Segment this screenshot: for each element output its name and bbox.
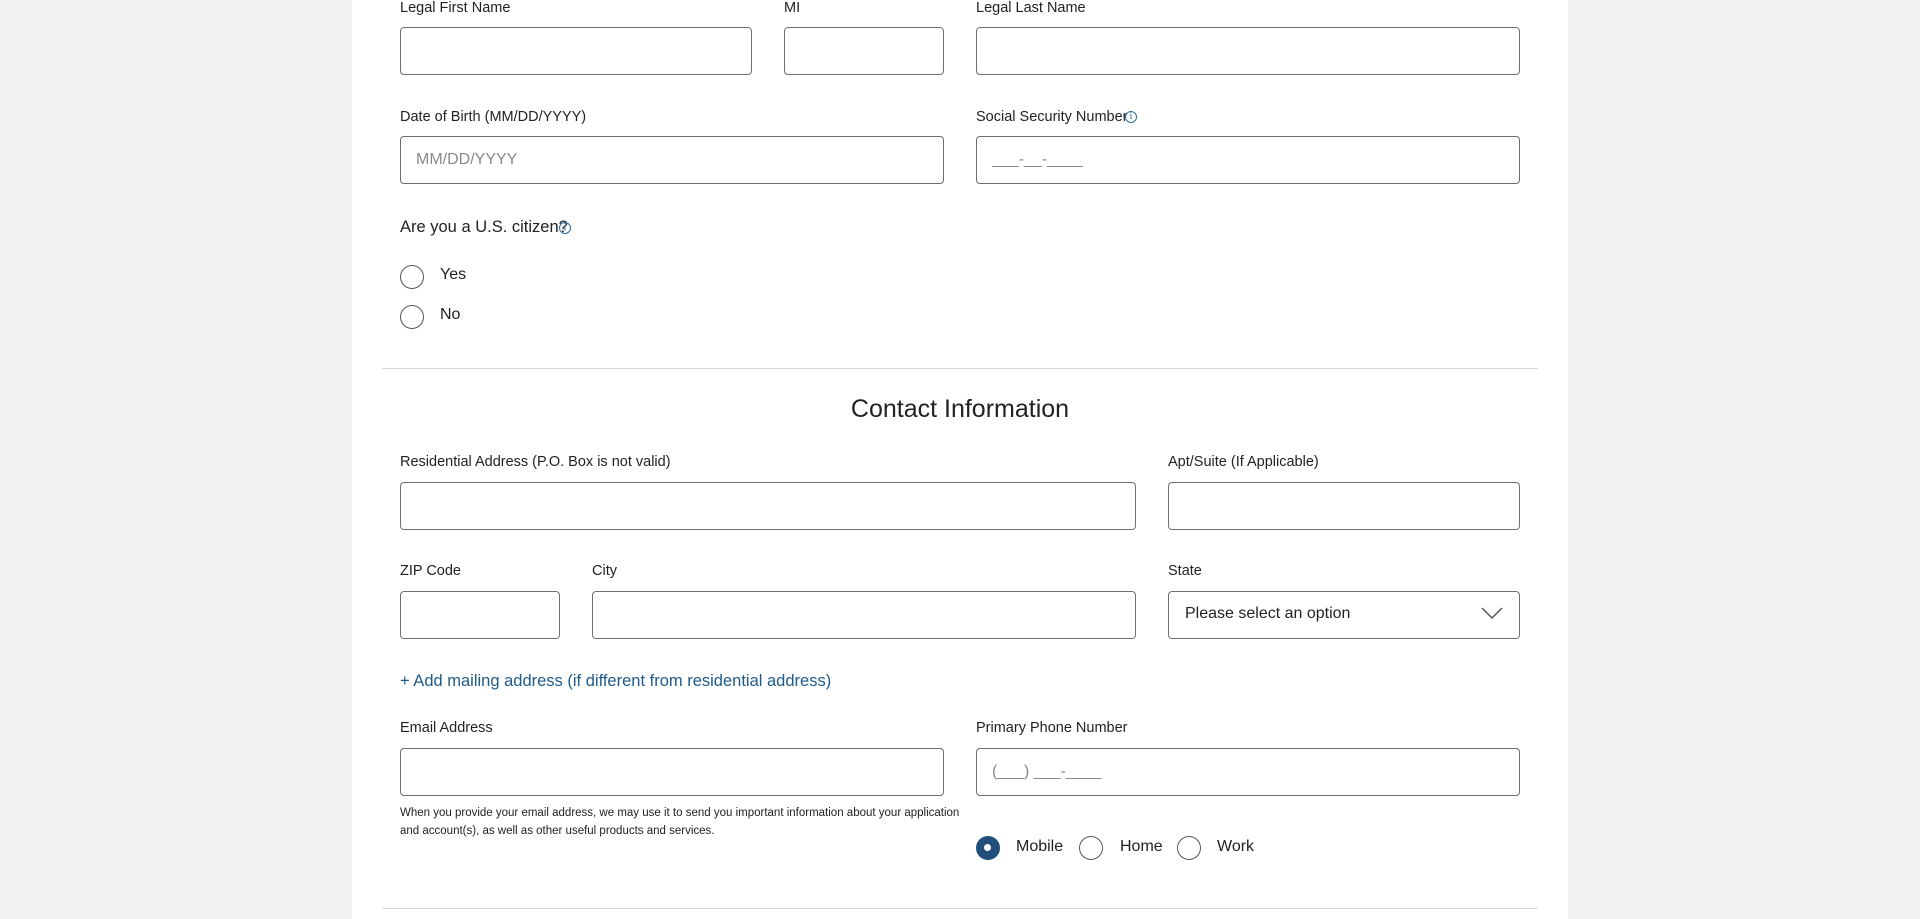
mi-label: MI bbox=[784, 0, 801, 16]
city-label: City bbox=[592, 563, 617, 579]
add-mailing-address-link[interactable]: + Add mailing address (if different from… bbox=[400, 672, 831, 691]
phone-type-work-radio[interactable] bbox=[1177, 836, 1201, 860]
phone-type-work-label: Work bbox=[1217, 838, 1255, 855]
apt-input[interactable] bbox=[1168, 482, 1520, 530]
citizen-no-label: No bbox=[440, 306, 461, 323]
phone-type-home-label: Home bbox=[1120, 838, 1163, 855]
dob-input[interactable] bbox=[400, 136, 944, 184]
citizen-no-radio[interactable] bbox=[400, 305, 424, 329]
state-label: State bbox=[1168, 563, 1202, 579]
ssn-info-icon[interactable]: i bbox=[1125, 111, 1137, 123]
ssn-label: Social Security Number bbox=[976, 109, 1128, 125]
last-name-input[interactable] bbox=[976, 27, 1520, 75]
last-name-label: Legal Last Name bbox=[976, 0, 1086, 16]
phone-type-home-radio[interactable] bbox=[1079, 836, 1103, 860]
mi-input[interactable] bbox=[784, 27, 944, 75]
address-input[interactable] bbox=[400, 482, 1136, 530]
apt-label: Apt/Suite (If Applicable) bbox=[1168, 454, 1319, 470]
state-select-value: Please select an option bbox=[1185, 605, 1351, 622]
chevron-down-icon bbox=[1481, 607, 1503, 620]
ssn-input[interactable] bbox=[976, 136, 1520, 184]
email-help-text: When you provide your email address, we … bbox=[400, 807, 960, 837]
phone-input[interactable] bbox=[976, 748, 1520, 796]
citizen-yes-label: Yes bbox=[440, 266, 467, 283]
zip-input[interactable] bbox=[400, 591, 560, 639]
phone-type-mobile-radio[interactable] bbox=[976, 836, 1000, 860]
phone-label: Primary Phone Number bbox=[976, 720, 1128, 736]
email-input[interactable] bbox=[400, 748, 944, 796]
first-name-label: Legal First Name bbox=[400, 0, 511, 16]
email-label: Email Address bbox=[400, 720, 493, 736]
citizen-yes-radio[interactable] bbox=[400, 265, 424, 289]
state-select[interactable]: Please select an option bbox=[1168, 591, 1520, 639]
first-name-input[interactable] bbox=[400, 27, 752, 75]
citizen-info-icon[interactable]: i bbox=[559, 222, 571, 234]
phone-type-mobile-label: Mobile bbox=[1016, 838, 1064, 855]
bottom-divider bbox=[382, 908, 1538, 909]
dob-label: Date of Birth (MM/DD/YYYY) bbox=[400, 109, 587, 125]
contact-section-title: Contact Information bbox=[850, 395, 1070, 423]
zip-label: ZIP Code bbox=[400, 563, 461, 579]
section-divider bbox=[382, 368, 1538, 369]
city-input[interactable] bbox=[592, 591, 1136, 639]
address-label: Residential Address (P.O. Box is not val… bbox=[400, 454, 671, 470]
citizen-question: Are you a U.S. citizen? bbox=[400, 218, 568, 236]
